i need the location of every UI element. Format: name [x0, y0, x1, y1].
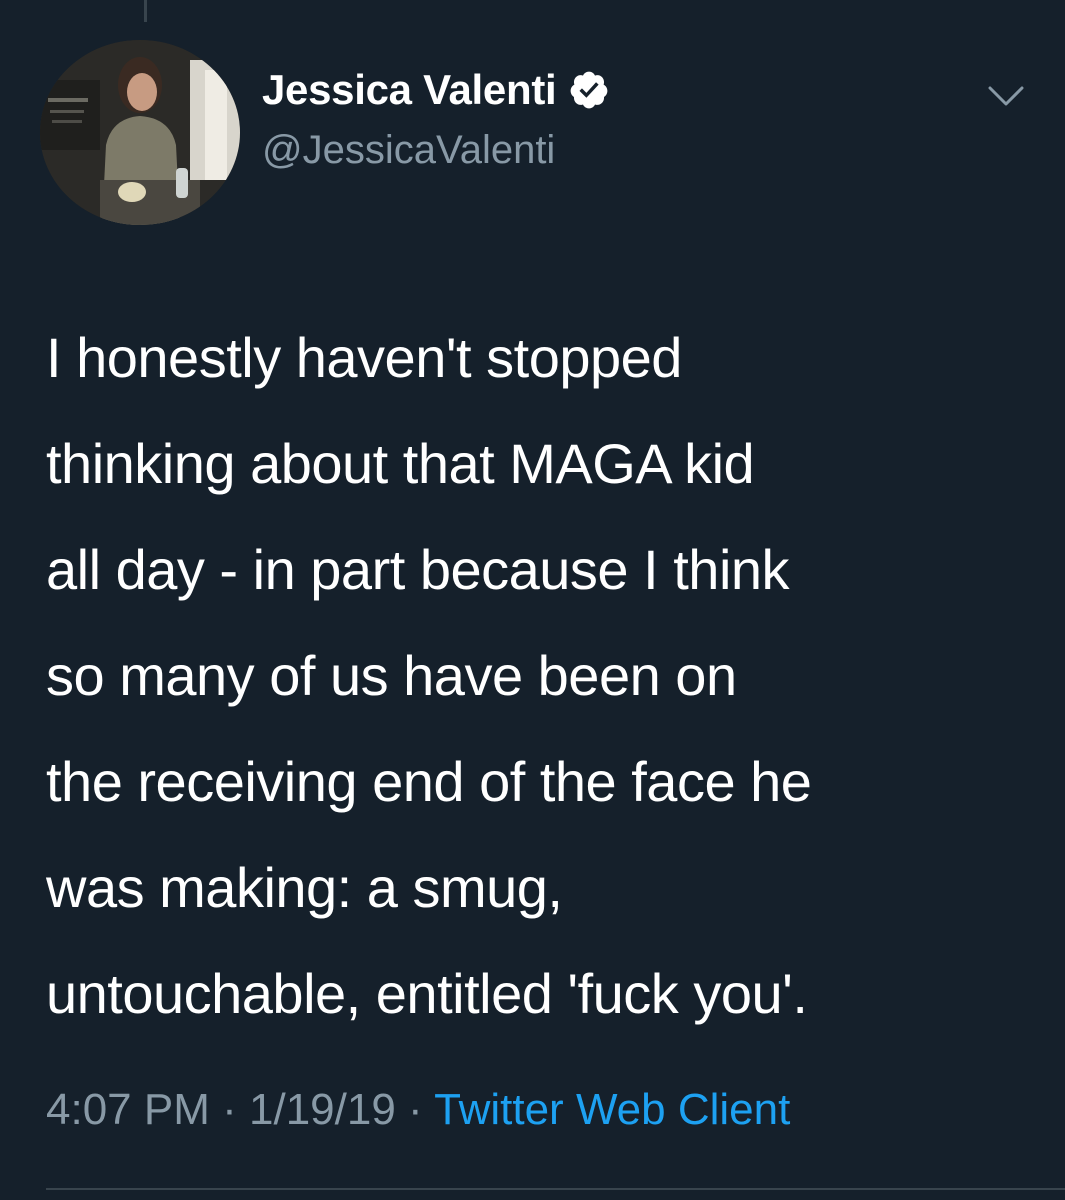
tweet-text-line: all day - in part because I think — [46, 538, 790, 601]
tweet-date[interactable]: 1/19/19 — [249, 1085, 396, 1134]
avatar-photo — [40, 40, 240, 225]
tweet-text-line: was making: a smug, — [46, 856, 563, 919]
tweet-metadata: 4:07 PM · 1/19/19 · Twitter Web Client — [46, 1085, 790, 1135]
verified-badge-icon — [568, 69, 610, 111]
tweet-text-line: so many of us have been on — [46, 644, 737, 707]
author-handle[interactable]: @JessicaValenti — [262, 128, 555, 173]
thread-connector-line — [144, 0, 147, 22]
avatar[interactable] — [40, 40, 240, 225]
divider — [46, 1188, 1065, 1190]
meta-separator: · — [222, 1085, 237, 1134]
tweet-time[interactable]: 4:07 PM — [46, 1085, 210, 1134]
tweet-text-line: untouchable, entitled 'fuck you'. — [46, 962, 808, 1025]
tweet-source-link[interactable]: Twitter Web Client — [434, 1085, 790, 1134]
tweet-text-line: thinking about that MAGA kid — [46, 432, 755, 495]
author-display-name[interactable]: Jessica Valenti — [262, 66, 557, 114]
tweet-text-line: I honestly haven't stopped — [46, 326, 682, 389]
tweet-text: I honestly haven't stopped thinking abou… — [46, 305, 1036, 1047]
chevron-down-icon[interactable] — [986, 84, 1026, 110]
tweet-text-line: the receiving end of the face he — [46, 750, 812, 813]
author-name-row[interactable]: Jessica Valenti — [262, 66, 610, 114]
meta-separator: · — [408, 1085, 423, 1134]
